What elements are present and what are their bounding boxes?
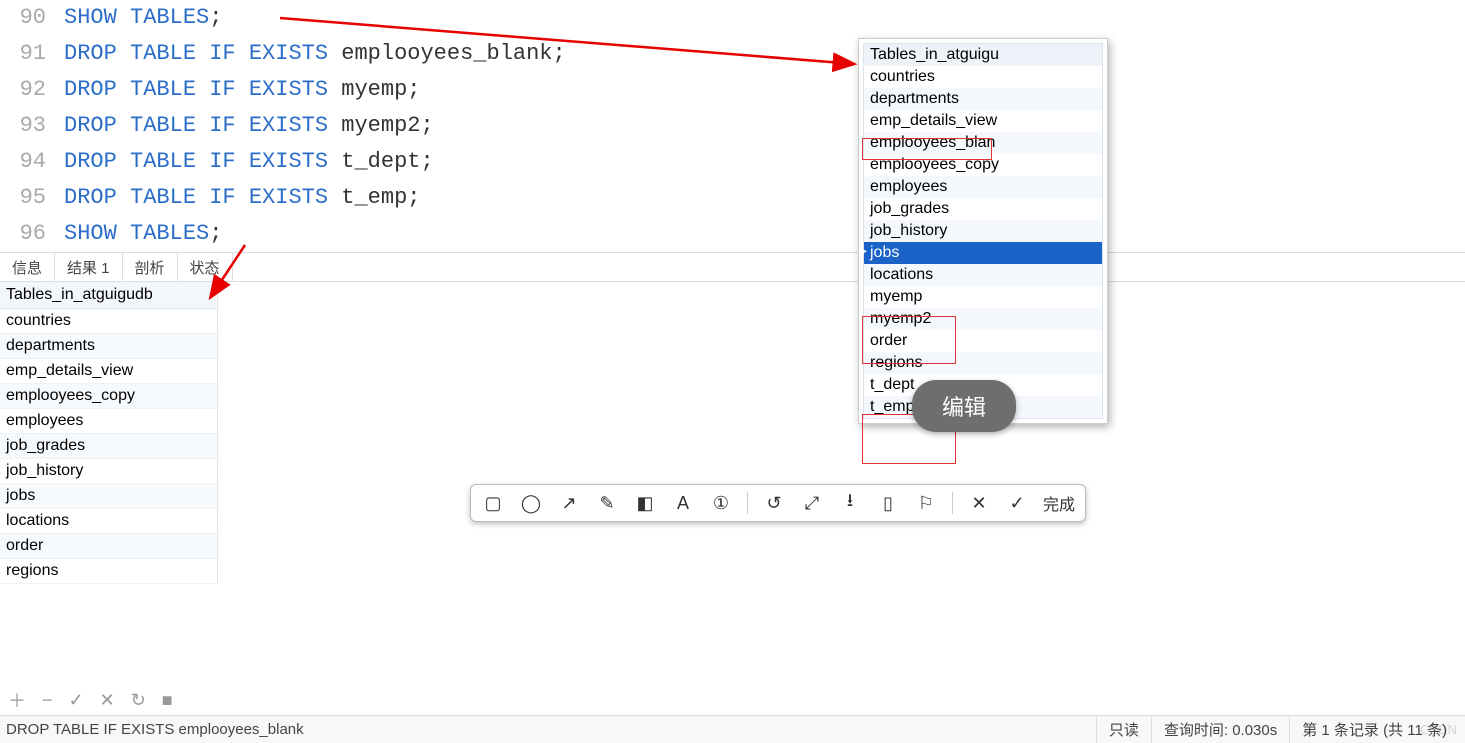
sql-editor[interactable]: 90SHOW TABLES;91DROP TABLE IF EXISTS emp… [0, 0, 1465, 252]
code-line[interactable]: SHOW TABLES; [64, 216, 222, 252]
expand-icon[interactable]: ⤢ [800, 491, 824, 515]
done-label[interactable]: 完成 [1043, 491, 1075, 515]
close-icon[interactable]: ✕ [967, 491, 991, 515]
popup-row[interactable]: regions [864, 352, 1102, 374]
line-number: 93 [4, 108, 64, 144]
grid-row[interactable]: regions [0, 559, 217, 584]
grid-row[interactable]: order [0, 534, 217, 559]
line-number: 92 [4, 72, 64, 108]
check-icon[interactable]: ✓ [1005, 491, 1029, 515]
popup-header: Tables_in_atguigu [864, 44, 1102, 66]
popup-row[interactable]: locations [864, 264, 1102, 286]
grid-tool-4[interactable]: ↻ [127, 688, 150, 713]
circle-icon[interactable]: ◯ [519, 491, 543, 515]
watermark: CSDN [1420, 722, 1457, 737]
grid-row[interactable]: emplooyees_copy [0, 384, 217, 409]
code-line[interactable]: SHOW TABLES; [64, 0, 222, 36]
result-grid[interactable]: Tables_in_atguigudbcountriesdepartmentse… [0, 282, 218, 584]
grid-row[interactable]: emp_details_view [0, 359, 217, 384]
code-line[interactable]: DROP TABLE IF EXISTS emplooyees_blank; [64, 36, 566, 72]
statusbar: DROP TABLE IF EXISTS emplooyees_blank 只读… [0, 715, 1465, 743]
line-number: 95 [4, 180, 64, 216]
popup-row[interactable]: countries [864, 66, 1102, 88]
grid-row[interactable]: jobs [0, 484, 217, 509]
line-number: 94 [4, 144, 64, 180]
popup-row[interactable]: emp_details_view [864, 110, 1102, 132]
popup-row[interactable]: job_grades [864, 198, 1102, 220]
grid-header: Tables_in_atguigudb [0, 282, 217, 309]
code-line[interactable]: DROP TABLE IF EXISTS myemp; [64, 72, 420, 108]
status-sql: DROP TABLE IF EXISTS emplooyees_blank [6, 721, 304, 738]
grid-tool-1[interactable]: − [38, 688, 57, 713]
popup-row[interactable]: jobs [864, 242, 1102, 264]
grid-tool-3[interactable]: ✕ [96, 688, 119, 713]
popup-row[interactable]: myemp2 [864, 308, 1102, 330]
pen-icon[interactable]: ✎ [595, 491, 619, 515]
rect-icon[interactable]: ▢ [481, 491, 505, 515]
text-icon[interactable]: A [671, 491, 695, 515]
grid-row[interactable]: job_grades [0, 434, 217, 459]
tab-2[interactable]: 剖析 [123, 253, 178, 281]
mosaic-icon[interactable]: ◧ [633, 491, 657, 515]
popup-row[interactable]: order [864, 330, 1102, 352]
tables-popup[interactable]: Tables_in_atguigucountriesdepartmentsemp… [858, 38, 1108, 424]
status-query-time: 查询时间: 0.030s [1151, 716, 1289, 743]
grid-row[interactable]: employees [0, 409, 217, 434]
annotation-toolbar: ▢ ◯ ↗ ✎ ◧ A ① ↺ ⤢ ⭳ ▯ ⚐ ✕ ✓ 完成 [470, 484, 1086, 522]
grid-tool-0[interactable]: ＋ [4, 685, 30, 715]
popup-row[interactable]: job_history [864, 220, 1102, 242]
line-number: 91 [4, 36, 64, 72]
bookmark-icon[interactable]: ⚐ [914, 491, 938, 515]
code-line[interactable]: DROP TABLE IF EXISTS t_dept; [64, 144, 434, 180]
undo-icon[interactable]: ↺ [762, 491, 786, 515]
line-number: 96 [4, 216, 64, 252]
grid-row[interactable]: locations [0, 509, 217, 534]
result-tabs: 信息结果 1剖析状态 [0, 252, 1465, 282]
grid-tool-2[interactable]: ✓ [65, 688, 88, 713]
popup-row[interactable]: departments [864, 88, 1102, 110]
edit-badge[interactable]: 编辑 [912, 380, 1016, 432]
tab-3[interactable]: 状态 [178, 253, 233, 281]
tab-1[interactable]: 结果 1 [55, 253, 123, 281]
code-line[interactable]: DROP TABLE IF EXISTS myemp2; [64, 108, 434, 144]
download-icon[interactable]: ⭳ [838, 491, 862, 515]
number-icon[interactable]: ① [709, 491, 733, 515]
popup-row[interactable]: myemp [864, 286, 1102, 308]
line-number: 90 [4, 0, 64, 36]
phone-icon[interactable]: ▯ [876, 491, 900, 515]
tab-0[interactable]: 信息 [0, 253, 55, 281]
status-readonly: 只读 [1096, 716, 1151, 743]
grid-toolbar: ＋−✓ ✕ ↻ ■ [4, 685, 177, 715]
code-line[interactable]: DROP TABLE IF EXISTS t_emp; [64, 180, 420, 216]
arrow-icon[interactable]: ↗ [557, 491, 581, 515]
grid-row[interactable]: departments [0, 334, 217, 359]
popup-row[interactable]: employees [864, 176, 1102, 198]
popup-row[interactable]: emplooyees_blan [864, 132, 1102, 154]
grid-tool-5[interactable]: ■ [158, 688, 177, 713]
grid-row[interactable]: countries [0, 309, 217, 334]
popup-row[interactable]: emplooyees_copy [864, 154, 1102, 176]
grid-row[interactable]: job_history [0, 459, 217, 484]
